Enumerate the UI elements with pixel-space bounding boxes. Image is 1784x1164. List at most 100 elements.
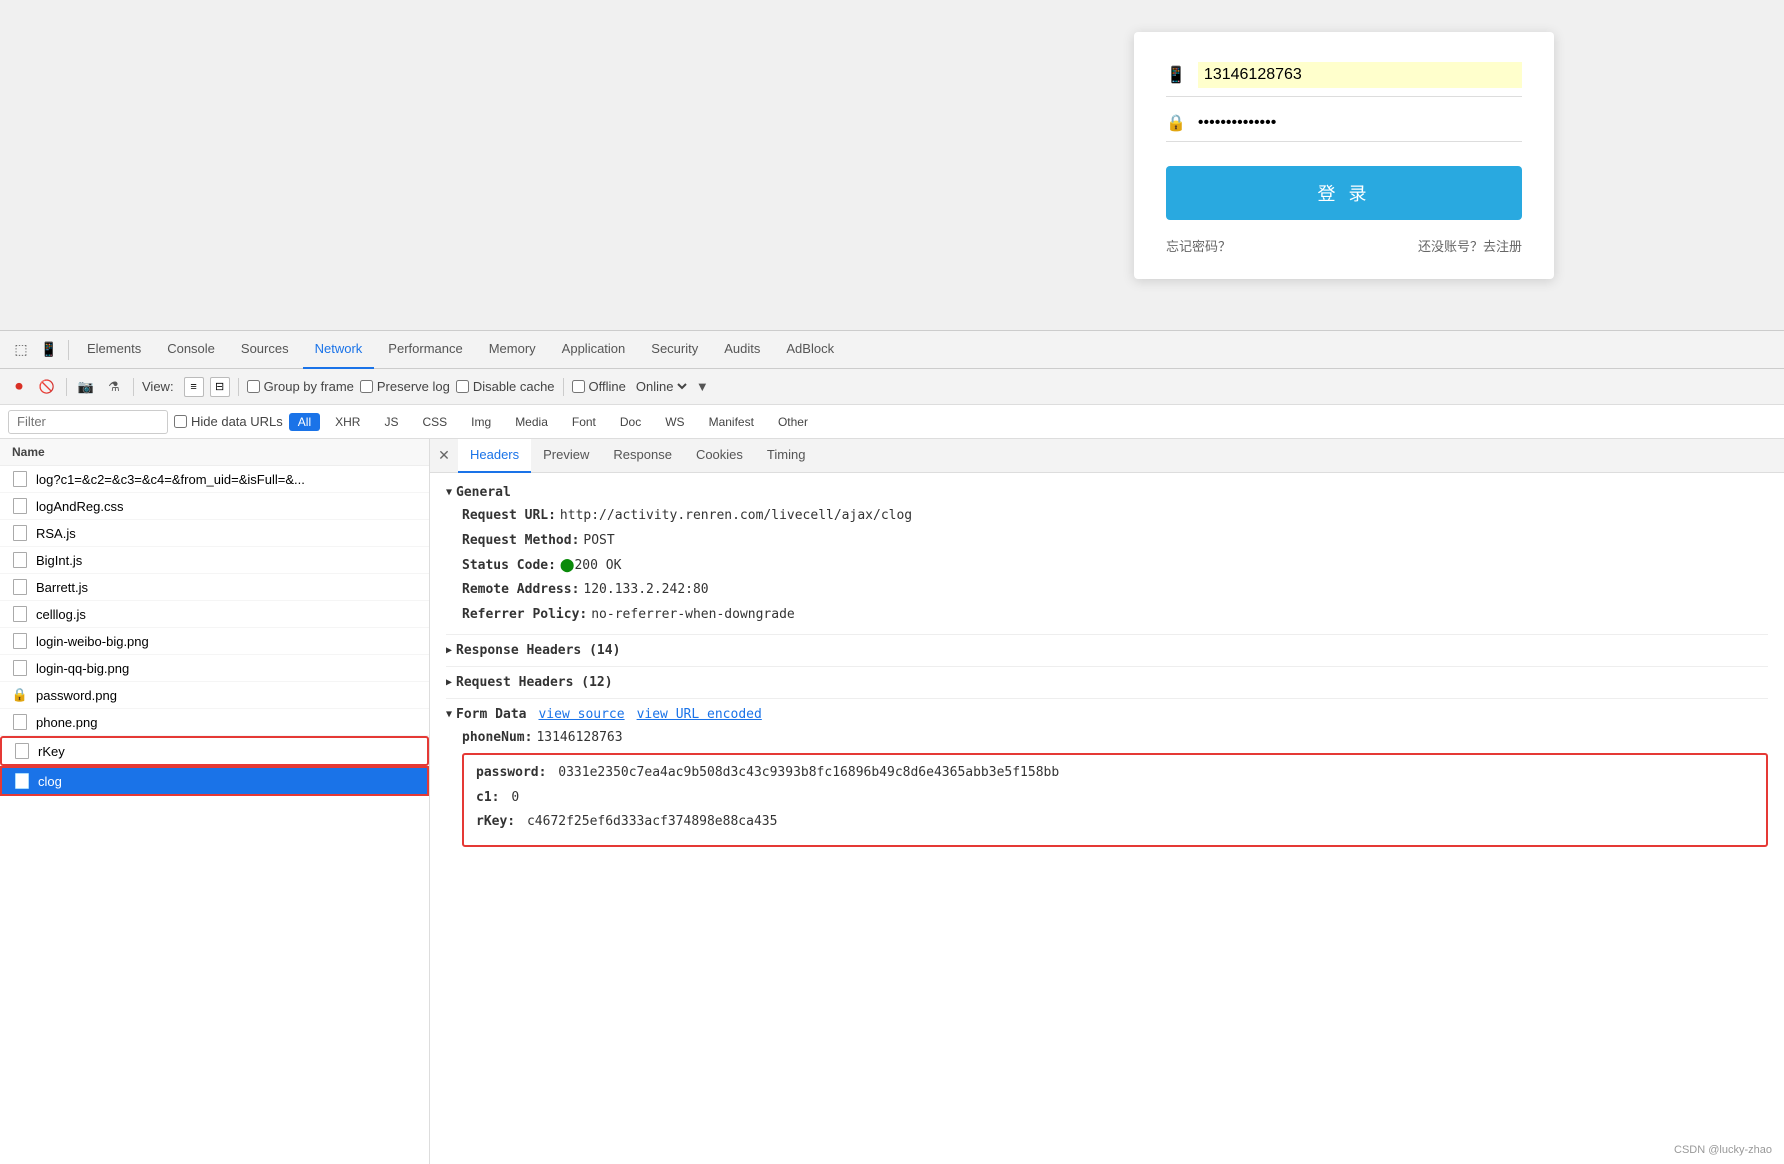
list-item[interactable]: logAndReg.css — [0, 493, 429, 520]
filter-tag-ws[interactable]: WS — [656, 413, 693, 431]
offline-checkbox[interactable] — [572, 380, 585, 393]
preserve-log-checkbox[interactable] — [360, 380, 373, 393]
list-item[interactable]: RSA.js — [0, 520, 429, 547]
tab-performance[interactable]: Performance — [376, 331, 474, 369]
group-by-frame-checkbox[interactable] — [247, 380, 260, 393]
file-doc-icon — [12, 525, 28, 541]
preserve-log-label[interactable]: Preserve log — [360, 379, 450, 394]
req-tab-headers[interactable]: Headers — [458, 439, 531, 473]
right-panel: ✕ Headers Preview Response Cookies Timin… — [430, 439, 1784, 1164]
filter-tag-all[interactable]: All — [289, 413, 320, 431]
sensitive-data-box: password: 0331e2350c7ea4ac9b508d3c43c939… — [462, 753, 1768, 847]
browser-content: 📱 13146128763 🔒 登 录 忘记密码？ 还没账号？去注册 — [0, 0, 1784, 330]
view-list-button[interactable]: ≡ — [184, 377, 204, 397]
req-tab-response[interactable]: Response — [601, 439, 684, 473]
phone-field: 📱 13146128763 — [1166, 62, 1522, 97]
password-field: 🔒 — [1166, 113, 1522, 142]
camera-button[interactable]: 📷 — [75, 376, 97, 398]
password-row: password: 0331e2350c7ea4ac9b508d3c43c939… — [476, 763, 1754, 784]
response-headers-title[interactable]: ▶ Response Headers (14) — [446, 643, 1768, 658]
req-tab-preview[interactable]: Preview — [531, 439, 601, 473]
filter-row: Hide data URLs All XHR JS CSS Img Media … — [0, 405, 1784, 439]
clear-button[interactable]: 🚫 — [36, 376, 58, 398]
tab-audits[interactable]: Audits — [712, 331, 772, 369]
file-doc-icon — [14, 773, 30, 789]
file-name: log?c1=&c2=&c3=&c4=&from_uid=&isFull=&..… — [36, 472, 305, 487]
tab-adblock[interactable]: AdBlock — [774, 331, 846, 369]
filter-tag-other[interactable]: Other — [769, 413, 817, 431]
filter-input[interactable] — [8, 410, 168, 434]
hide-data-urls-checkbox[interactable] — [174, 415, 187, 428]
main-content-area: Name log?c1=&c2=&c3=&c4=&from_uid=&isFul… — [0, 439, 1784, 1164]
online-select[interactable]: Online — [632, 378, 690, 395]
view-group-button[interactable]: ⊟ — [210, 377, 230, 397]
list-item-clog[interactable]: clog — [0, 766, 429, 796]
register-link[interactable]: 还没账号？去注册 — [1418, 236, 1522, 255]
list-item[interactable]: celllog.js — [0, 601, 429, 628]
req-tab-timing[interactable]: Timing — [755, 439, 818, 473]
view-source-link[interactable]: view source — [538, 707, 624, 722]
list-item[interactable]: BigInt.js — [0, 547, 429, 574]
tab-console[interactable]: Console — [155, 331, 227, 369]
filter-tag-manifest[interactable]: Manifest — [700, 413, 763, 431]
forgot-password-link[interactable]: 忘记密码？ — [1166, 236, 1231, 255]
dropdown-arrow-icon[interactable]: ▼ — [696, 379, 709, 394]
general-section-title[interactable]: ▼ General — [446, 485, 1768, 500]
list-item[interactable]: Barrett.js — [0, 574, 429, 601]
list-item-rkey[interactable]: rKey — [0, 736, 429, 766]
tab-security[interactable]: Security — [639, 331, 710, 369]
filter-tag-font[interactable]: Font — [563, 413, 605, 431]
filter-tag-media[interactable]: Media — [506, 413, 557, 431]
inspect-icon[interactable]: ⬚ — [8, 337, 34, 363]
c1-row: c1: 0 — [476, 788, 1754, 809]
filter-tag-img[interactable]: Img — [462, 413, 500, 431]
disable-cache-label[interactable]: Disable cache — [456, 379, 555, 394]
file-name: celllog.js — [36, 607, 86, 622]
group-by-frame-label[interactable]: Group by frame — [247, 379, 354, 394]
req-tab-cookies[interactable]: Cookies — [684, 439, 755, 473]
filter-tag-js[interactable]: JS — [375, 413, 407, 431]
disable-cache-checkbox[interactable] — [456, 380, 469, 393]
file-name: password.png — [36, 688, 117, 703]
record-button[interactable]: ⏺ — [8, 376, 30, 398]
phone-num-value: 13146128763 — [536, 728, 622, 749]
hide-data-urls-label[interactable]: Hide data URLs — [174, 414, 283, 429]
list-item[interactable]: 🔒 password.png — [0, 682, 429, 709]
filter-tag-xhr[interactable]: XHR — [326, 413, 369, 431]
password-input[interactable] — [1198, 114, 1522, 132]
request-method-label: Request Method: — [462, 531, 579, 552]
request-tabs: ✕ Headers Preview Response Cookies Timin… — [430, 439, 1784, 473]
view-encoded-link[interactable]: view URL encoded — [637, 707, 762, 722]
list-item[interactable]: login-weibo-big.png — [0, 628, 429, 655]
status-code-label: Status Code: — [462, 556, 556, 577]
list-item[interactable]: login-qq-big.png — [0, 655, 429, 682]
filter-tag-css[interactable]: CSS — [413, 413, 456, 431]
tab-application[interactable]: Application — [550, 331, 638, 369]
file-name: rKey — [38, 744, 65, 759]
form-data-title[interactable]: ▼ Form Data view source view URL encoded — [446, 707, 1768, 722]
list-item[interactable]: phone.png — [0, 709, 429, 736]
request-url-value: http://activity.renren.com/livecell/ajax… — [560, 506, 912, 527]
request-headers-title[interactable]: ▶ Request Headers (12) — [446, 675, 1768, 690]
tab-network[interactable]: Network — [303, 331, 375, 369]
tab-sources[interactable]: Sources — [229, 331, 301, 369]
phone-input[interactable]: 13146128763 — [1204, 66, 1516, 84]
filter-button[interactable]: ⚗ — [103, 376, 125, 398]
password-label: password: — [476, 765, 546, 780]
close-panel-button[interactable]: ✕ — [434, 446, 454, 466]
filter-tag-doc[interactable]: Doc — [611, 413, 650, 431]
device-icon[interactable]: 📱 — [36, 337, 62, 363]
section-divider-1 — [446, 634, 1768, 635]
tab-elements[interactable]: Elements — [75, 331, 153, 369]
tab-memory[interactable]: Memory — [477, 331, 548, 369]
offline-label[interactable]: Offline — [572, 379, 626, 394]
tab-divider-1 — [68, 340, 69, 360]
request-url-row: Request URL: http://activity.renren.com/… — [462, 506, 1768, 527]
phone-num-label: phoneNum: — [462, 728, 532, 749]
phone-icon: 📱 — [1166, 65, 1186, 85]
list-item[interactable]: log?c1=&c2=&c3=&c4=&from_uid=&isFull=&..… — [0, 466, 429, 493]
request-method-value: POST — [583, 531, 614, 552]
file-name: logAndReg.css — [36, 499, 123, 514]
response-headers-arrow-icon: ▶ — [446, 645, 452, 656]
login-button[interactable]: 登 录 — [1166, 166, 1522, 220]
